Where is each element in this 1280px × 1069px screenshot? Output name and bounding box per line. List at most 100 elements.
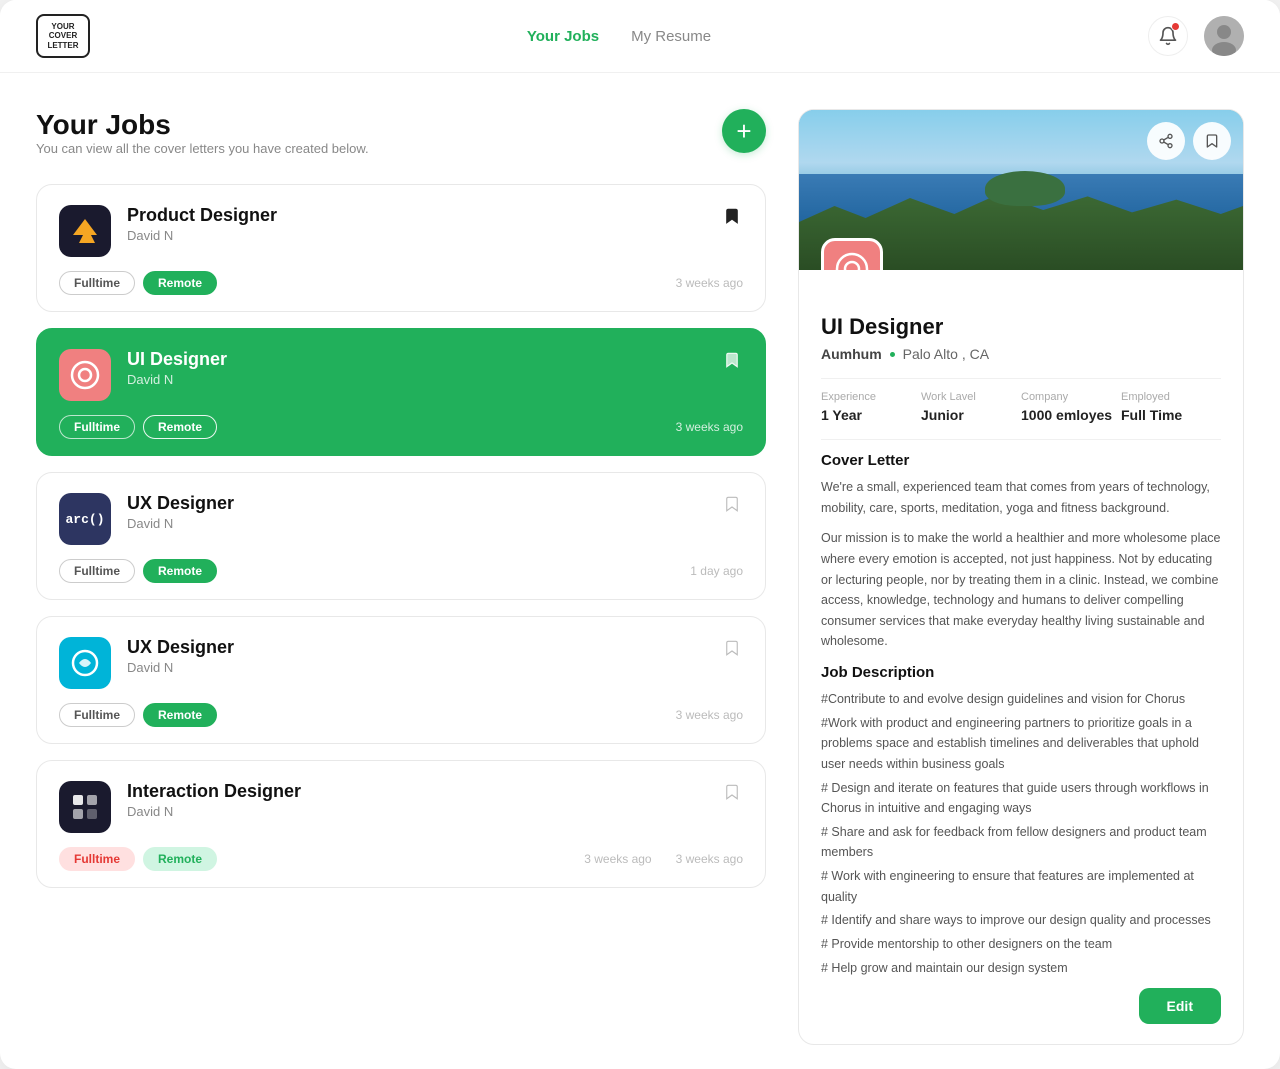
notification-button[interactable] [1148,16,1188,56]
detail-company-name: Aumhum [821,346,882,362]
job-card-4[interactable]: UX Designer David N Fulltime Remote 3 we… [36,616,766,744]
job-author-3: David N [127,516,705,531]
save-button[interactable] [1193,122,1231,160]
bookmark-icon-4 [723,639,741,657]
job-time-3: 1 day ago [690,564,743,578]
job-author-1: David N [127,228,705,243]
detail-body: UI Designer Aumhum Palo Alto , CA Experi… [799,270,1243,1044]
tag-remote-1: Remote [143,271,217,295]
bookmark-icon-2 [723,351,741,369]
stat-work-level-label: Work Lavel [921,391,1021,403]
job-info-3: UX Designer David N [127,493,705,531]
job-info-1: Product Designer David N [127,205,705,243]
job-tags-3: Fulltime Remote [59,559,217,583]
job-tags-4: Fulltime Remote [59,703,217,727]
save-bookmark-icon [1204,133,1220,149]
nav-right [1148,16,1244,56]
notification-dot [1171,22,1180,31]
job-time-1: 3 weeks ago [676,276,743,290]
stat-experience-label: Experience [821,391,921,403]
job-time-2: 3 weeks ago [676,420,743,434]
job-info-5: Interaction Designer David N [127,781,705,819]
detail-location: Palo Alto , CA [903,346,989,362]
share-icon [1158,133,1174,149]
bookmark-button-1[interactable] [721,205,743,230]
job-card-2[interactable]: UI Designer David N Fulltime Remote 3 we… [36,328,766,456]
detail-divider-2 [821,439,1221,440]
job-time-4: 3 weeks ago [676,708,743,722]
tag-remote-5: Remote [143,847,217,871]
stat-work-level: Work Lavel Junior [921,391,1021,423]
stat-work-level-value: Junior [921,407,1021,423]
job-tags-5: Fulltime Remote [59,847,217,871]
job-info-2: UI Designer David N [127,349,705,387]
tag-remote-3: Remote [143,559,217,583]
right-panel: UI Designer Aumhum Palo Alto , CA Experi… [798,109,1244,1045]
page-subtitle: You can view all the cover letters you h… [36,141,369,156]
navbar: YOURCOVERLETTER Your Jobs My Resume [0,0,1280,73]
tag-fulltime-5: Fulltime [59,847,135,871]
tag-fulltime-2: Fulltime [59,415,135,439]
detail-dot [890,352,895,357]
job-logo-2 [59,349,111,401]
bookmark-icon-3 [723,495,741,513]
job-title-3: UX Designer [127,493,705,514]
bookmark-button-5[interactable] [721,781,743,806]
stat-employed: Employed Full Time [1121,391,1221,423]
page-header: Your Jobs You can view all the cover let… [36,109,766,178]
job-tags-2: Fulltime Remote [59,415,217,439]
page-title: Your Jobs [36,109,369,141]
job-card-3[interactable]: arc() UX Designer David N Fulltime [36,472,766,600]
job-description-title: Job Description [821,664,1221,681]
user-avatar[interactable] [1204,16,1244,56]
app-logo: YOURCOVERLETTER [36,14,90,58]
bookmark-button-3[interactable] [721,493,743,518]
job-title-1: Product Designer [127,205,705,226]
detail-card: UI Designer Aumhum Palo Alto , CA Experi… [798,109,1244,1045]
logo-text: YOURCOVERLETTER [47,22,78,51]
stat-employed-value: Full Time [1121,407,1221,423]
job-title-2: UI Designer [127,349,705,370]
stat-experience-value: 1 Year [821,407,921,423]
detail-hero [799,110,1243,270]
job-tags-1: Fulltime Remote [59,271,217,295]
detail-divider [821,378,1221,379]
detail-company-logo [821,238,883,270]
job-logo-4 [59,637,111,689]
bookmark-button-2[interactable] [721,349,743,374]
detail-job-title: UI Designer [821,314,1221,340]
stat-experience: Experience 1 Year [821,391,921,423]
job-author-2: David N [127,372,705,387]
job-card-5[interactable]: Interaction Designer David N Fulltime Re… [36,760,766,888]
job-info-4: UX Designer David N [127,637,705,675]
job-author-5: David N [127,804,705,819]
job-card-1[interactable]: Product Designer David N Fulltime Remote… [36,184,766,312]
job-time-5a: 3 weeks ago [584,852,651,866]
stat-company: Company 1000 emloyes [1021,391,1121,423]
tag-remote-2: Remote [143,415,217,439]
detail-stats: Experience 1 Year Work Lavel Junior Comp… [821,391,1221,423]
detail-company-row: Aumhum Palo Alto , CA [821,346,1221,362]
tag-fulltime-1: Fulltime [59,271,135,295]
job-author-4: David N [127,660,705,675]
job-time-5b: 3 weeks ago [676,852,743,866]
stat-company-value: 1000 emloyes [1021,407,1121,423]
tag-fulltime-3: Fulltime [59,559,135,583]
edit-button[interactable]: Edit [1139,988,1221,1024]
nav-your-jobs[interactable]: Your Jobs [527,28,599,45]
share-button[interactable] [1147,122,1185,160]
job-description-items: #Contribute to and evolve design guideli… [821,689,1221,978]
bookmark-icon-5 [723,783,741,801]
hero-actions [1147,122,1231,160]
bookmark-icon-1 [723,207,741,225]
nav-my-resume[interactable]: My Resume [631,28,711,45]
bookmark-button-4[interactable] [721,637,743,662]
nav-links: Your Jobs My Resume [527,28,711,45]
main-content: Your Jobs You can view all the cover let… [0,73,1280,1069]
job-logo-3: arc() [59,493,111,545]
add-job-button[interactable]: + [722,109,766,153]
tag-fulltime-4: Fulltime [59,703,135,727]
job-logo-1 [59,205,111,257]
cover-letter-title: Cover Letter [821,452,1221,469]
job-logo-5 [59,781,111,833]
